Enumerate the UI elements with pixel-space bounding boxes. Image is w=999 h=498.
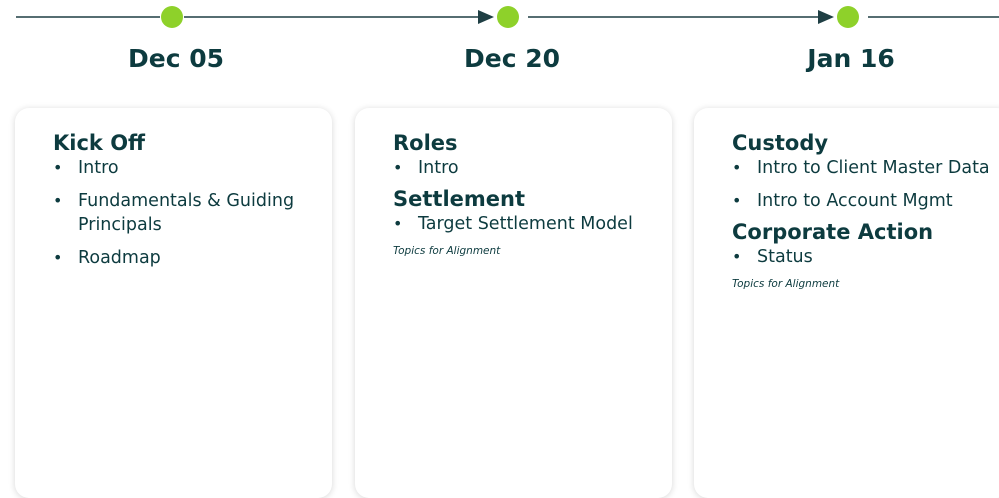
list-item: • Fundamentals & Guiding Principals (53, 189, 322, 237)
list-item-text: Roadmap (78, 248, 161, 268)
list-item-text: Intro (418, 158, 459, 178)
section-title: Roles (393, 131, 458, 155)
topic-list: • Intro • Fundamentals & Guiding Principal… (53, 156, 322, 270)
bullet-icon: • (732, 158, 742, 177)
list-item: • Target Settlement Model (393, 212, 662, 236)
topic-list: • Intro (393, 156, 662, 180)
timeline (16, 6, 999, 28)
bullet-icon: • (393, 214, 403, 233)
topic-section: Corporate Action • Status (732, 219, 999, 269)
list-item-text: Status (757, 247, 813, 267)
timeline-arrowhead (478, 10, 494, 24)
topic-list: • Target Settlement Model (393, 212, 662, 236)
milestone-date: Dec 05 (127, 44, 225, 73)
list-item: • Intro (53, 156, 322, 180)
milestone-card: Custody • Intro to Client Master Data • In… (694, 108, 999, 498)
bullet-icon: • (53, 248, 63, 267)
list-item: • Intro to Account Mgmt (732, 189, 999, 213)
milestone-node (161, 6, 183, 28)
list-item-text: Intro to Account Mgmt (757, 191, 953, 211)
section-title: Settlement (393, 187, 525, 211)
bullet-icon: • (732, 247, 742, 266)
list-item: • Roadmap (53, 246, 322, 270)
milestone-node (497, 6, 519, 28)
alignment-note: Topics for Alignment (732, 278, 840, 290)
bullet-icon: • (732, 191, 742, 210)
topic-list: • Intro to Client Master Data • Intro to A… (732, 156, 999, 213)
section-title: Corporate Action (732, 220, 934, 244)
milestone-card: Kick Off • Intro • Fundamentals & Guiding … (15, 108, 332, 498)
list-item: • Status (732, 245, 999, 269)
topic-section: Settlement • Target Settlement Model (393, 186, 662, 236)
milestone-date: Dec 20 (463, 44, 561, 73)
milestone-date: Jan 16 (807, 44, 895, 73)
list-item-text: Intro to Client Master Data (757, 158, 990, 178)
topic-list: • Status (732, 245, 999, 269)
section-title: Custody (732, 131, 829, 155)
milestone-node (837, 6, 859, 28)
alignment-note: Topics for Alignment (393, 245, 501, 257)
milestone-card: Roles • Intro Settlement • Target Settleme… (355, 108, 672, 498)
list-item: • Intro to Client Master Data (732, 156, 999, 180)
bullet-icon: • (53, 191, 63, 210)
bullet-icon: • (393, 158, 403, 177)
topic-section: Roles • Intro (393, 130, 662, 180)
list-item-text: Target Settlement Model (418, 214, 633, 234)
topic-section: Kick Off • Intro • Fundamentals & Guiding … (53, 130, 322, 270)
topic-section: Custody • Intro to Client Master Data • In… (732, 130, 999, 213)
list-item: • Intro (393, 156, 662, 180)
section-title: Kick Off (53, 131, 146, 155)
list-item-text: Fundamentals & Guiding Principals (78, 191, 295, 235)
bullet-icon: • (53, 158, 63, 177)
timeline-arrowhead (818, 10, 834, 24)
list-item-text: Intro (78, 158, 119, 178)
